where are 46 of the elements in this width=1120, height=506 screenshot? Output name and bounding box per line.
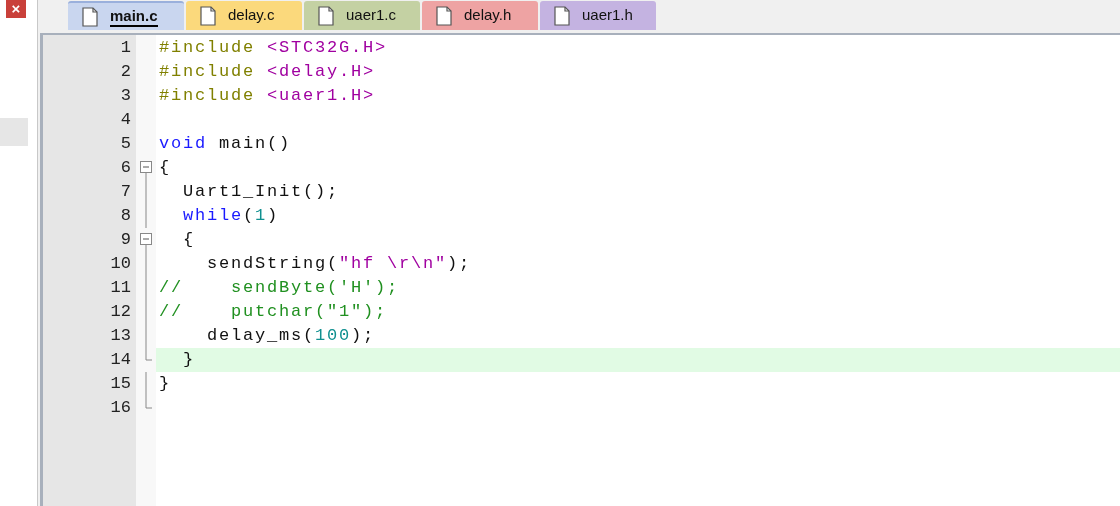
line-number: 3: [119, 85, 132, 107]
file-tab[interactable]: uaer1.c: [304, 1, 420, 30]
line-number: 16: [109, 397, 132, 419]
tab-label: main.c: [110, 6, 158, 27]
line-number: 2: [119, 61, 132, 83]
line-number: 11: [109, 277, 132, 299]
code-line: // sendByte('H');: [158, 277, 401, 299]
line-number: 15: [109, 373, 132, 395]
line-number: 13: [109, 325, 132, 347]
file-tab[interactable]: main.c: [68, 1, 184, 30]
file-tab[interactable]: uaer1.h: [540, 1, 656, 30]
tab-label: delay.h: [464, 5, 512, 26]
line-number: 12: [109, 301, 132, 323]
code-line: // putchar("1");: [158, 301, 389, 323]
line-number: 6: [119, 157, 132, 179]
line-number: 4: [119, 109, 132, 131]
panel-row-highlight: [0, 118, 28, 146]
tab-label: uaer1.c: [346, 5, 397, 26]
code-line: {: [158, 157, 172, 179]
code-line: delay_ms(100);: [206, 325, 377, 347]
code-line: #include <delay.H>: [158, 61, 377, 83]
line-number: 1: [119, 37, 132, 59]
document-icon: [554, 5, 570, 26]
line-number: 9: [119, 229, 132, 251]
code-line: #include <STC32G.H>: [158, 37, 389, 59]
tab-label: delay.c: [228, 5, 275, 26]
line-number: 7: [119, 181, 132, 203]
code-line: {: [182, 229, 196, 251]
line-number: 8: [119, 205, 132, 227]
document-icon: [200, 5, 216, 26]
tab-label: uaer1.h: [582, 5, 633, 26]
code-line: Uart1_Init();: [182, 181, 341, 203]
code-line: void main(): [158, 133, 293, 155]
code-line: while(1): [182, 205, 281, 227]
code-line: }: [158, 373, 172, 395]
file-tab[interactable]: delay.h: [422, 1, 538, 30]
line-number: 10: [109, 253, 132, 275]
file-tab[interactable]: delay.c: [186, 1, 302, 30]
code-line: #include <uaer1.H>: [158, 85, 377, 107]
close-button[interactable]: ×: [6, 0, 26, 18]
line-number: 14: [109, 349, 132, 371]
document-icon: [436, 5, 452, 26]
code-line: sendString("hf \r\n");: [206, 253, 473, 275]
document-icon: [318, 5, 334, 26]
line-number: 5: [119, 133, 132, 155]
document-icon: [82, 6, 98, 27]
